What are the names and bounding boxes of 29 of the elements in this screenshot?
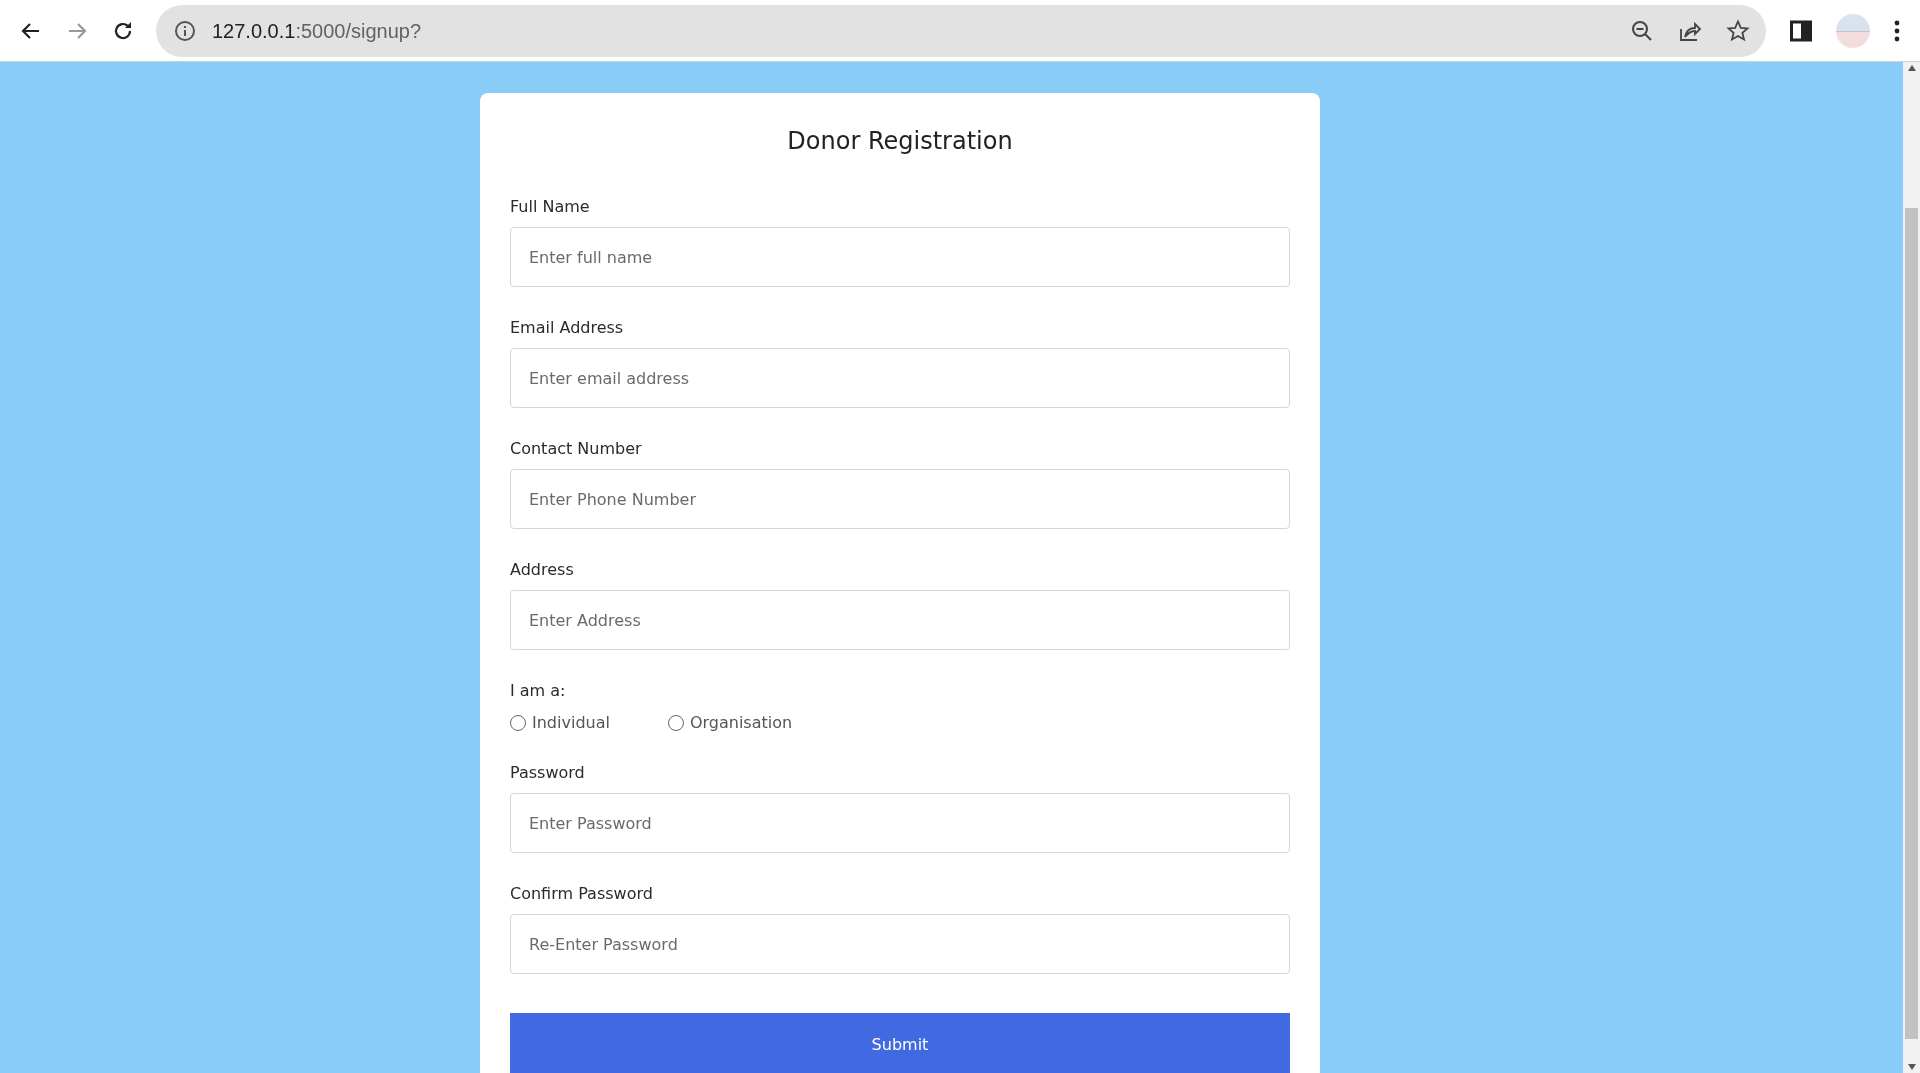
field-label: Address [510, 560, 575, 580]
zoom-out-icon[interactable] [1630, 18, 1654, 43]
input-field[interactable]: Re-Enter Password [510, 914, 1290, 974]
field-label: Full Name [510, 197, 591, 217]
field-label: Confirm Password [510, 884, 654, 904]
form-title: Donor Registration [786, 126, 1014, 157]
input-field[interactable]: Enter Password [510, 793, 1290, 853]
field-label: Contact Number [510, 439, 643, 459]
radio-button[interactable] [510, 715, 526, 731]
field-label: Email Address [510, 318, 625, 338]
field-label: I am a: [510, 681, 567, 701]
scroll-down-icon[interactable] [1906, 1063, 1917, 1071]
radio-option[interactable]: Individual [510, 711, 610, 735]
input-field[interactable]: Enter full name [510, 227, 1290, 287]
field-label: Password [510, 763, 586, 783]
scroll-up-icon[interactable] [1906, 64, 1917, 72]
menu-icon[interactable] [1894, 19, 1900, 42]
side-panel-icon[interactable] [1790, 19, 1812, 42]
submit-button[interactable]: Submit [510, 1013, 1290, 1073]
radio-button[interactable] [667, 715, 684, 731]
url-text: 127.0.0.1:5000/signup? [212, 18, 422, 44]
input-field[interactable]: Enter email address [510, 348, 1290, 408]
star-icon[interactable] [1726, 18, 1750, 43]
input-field[interactable]: Enter Phone Number [510, 469, 1290, 529]
info-icon [174, 19, 196, 42]
address-bar[interactable]: 127.0.0.1:5000/signup? [156, 4, 1766, 57]
input-field[interactable]: Enter Address [510, 590, 1290, 650]
radio-option[interactable]: Organisation [667, 711, 793, 735]
scrollbar-thumb[interactable] [1905, 208, 1918, 1039]
